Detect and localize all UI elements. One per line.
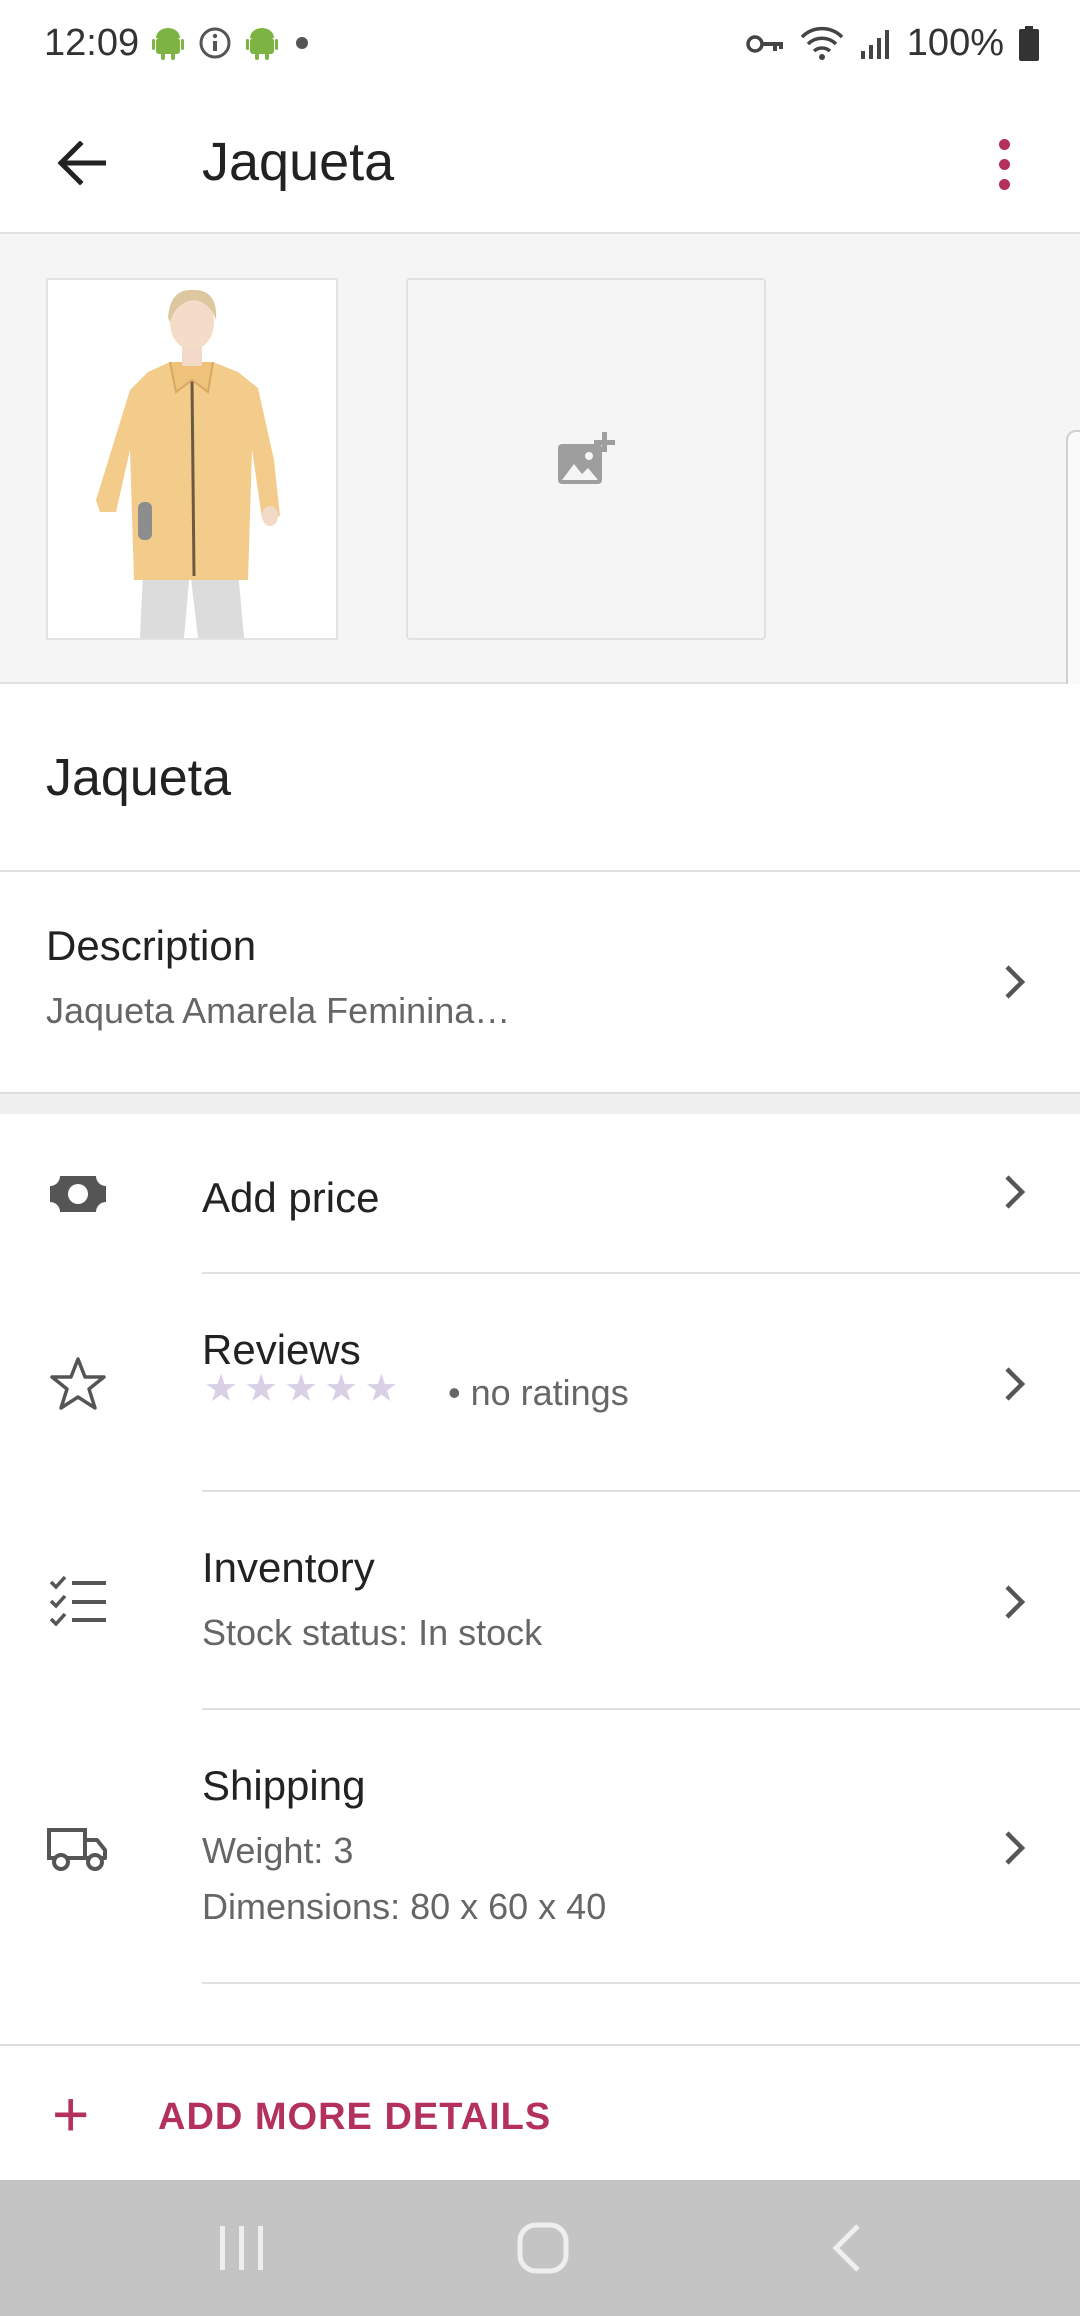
add-price-label: Add price (202, 1174, 380, 1221)
product-name-row[interactable]: Jaqueta (0, 684, 1080, 872)
add-image-button[interactable] (406, 278, 766, 640)
vpn-key-icon (746, 34, 783, 53)
chevron-right-icon (1000, 1582, 1030, 1622)
back-button[interactable] (46, 128, 116, 198)
plus-icon: + (52, 2078, 90, 2150)
star-icon: ★ (364, 1368, 399, 1410)
info-icon (199, 27, 231, 59)
chevron-right-icon (1000, 1172, 1030, 1212)
wifi-icon (800, 26, 844, 60)
checklist-icon (46, 1568, 110, 1632)
add-more-details-label: ADD MORE DETAILS (158, 2096, 552, 2138)
money-icon (46, 1162, 110, 1226)
star-icon: ★ (244, 1368, 279, 1410)
back-nav-icon (832, 2224, 860, 2272)
image-gallery (0, 234, 1080, 770)
rating-stars: ★ ★ ★ ★ ★ (204, 1370, 398, 1408)
back-nav-button[interactable] (806, 2216, 886, 2280)
description-title: Description (46, 922, 257, 969)
inventory-status: Stock status: In stock (202, 1612, 543, 1653)
add-more-details-button[interactable]: + ADD MORE DETAILS (0, 2044, 1080, 2182)
signal-icon (860, 29, 889, 59)
recent-apps-icon (220, 2226, 263, 2270)
inventory-title: Inventory (202, 1544, 375, 1591)
product-name: Jaqueta (46, 749, 232, 807)
reviews-title: Reviews (202, 1326, 361, 1373)
system-nav-bar (0, 2180, 1080, 2316)
more-vert-icon-dot (998, 178, 1010, 190)
star-icon: ★ (284, 1368, 319, 1410)
home-button[interactable] (503, 2216, 583, 2280)
page-title: Jaqueta (202, 132, 395, 192)
star-outline-icon (46, 1352, 110, 1416)
rating-text: • no ratings (448, 1372, 629, 1413)
battery-percent: 100% (906, 22, 1004, 64)
star-icon: ★ (324, 1368, 359, 1410)
divider (202, 1982, 1080, 1984)
shipping-row[interactable]: Shipping Weight: 3 Dimensions: 80 x 60 x… (0, 1710, 1080, 1984)
status-bar: 12:09 100% (0, 0, 1080, 92)
more-vert-icon-dot (998, 158, 1010, 170)
reviews-row[interactable]: Reviews ★ ★ ★ ★ ★ • no ratings (0, 1274, 1080, 1492)
description-row[interactable]: Description Jaqueta Amarela Feminina… (0, 872, 1080, 1094)
description-text: Jaqueta Amarela Feminina… (46, 990, 511, 1031)
android-icon (246, 28, 278, 60)
jacket-photo (48, 280, 336, 638)
shipping-title: Shipping (202, 1762, 366, 1809)
product-photo[interactable] (46, 278, 338, 640)
truck-icon (46, 1816, 110, 1880)
more-vert-icon (998, 138, 1010, 150)
status-left-icons (152, 26, 312, 60)
shipping-weight: Weight: 3 (202, 1830, 354, 1871)
shipping-dimensions: Dimensions: 80 x 60 x 40 (202, 1886, 607, 1927)
app-bar: Jaqueta (0, 92, 1080, 234)
status-right-icons: 100% (745, 22, 1040, 65)
chevron-right-icon (1000, 1364, 1030, 1404)
recent-apps-button[interactable] (202, 2216, 282, 2280)
section-gap (0, 1094, 1080, 1114)
add-price-row[interactable]: Add price (0, 1116, 1080, 1274)
add-photo-icon (558, 432, 615, 484)
home-icon (517, 2222, 569, 2274)
android-icon (152, 28, 184, 60)
inventory-row[interactable]: Inventory Stock status: In stock (0, 1492, 1080, 1710)
battery-icon (1019, 25, 1039, 61)
more-options-button[interactable] (974, 124, 1034, 204)
status-time: 12:09 (44, 22, 140, 64)
chevron-right-icon (1000, 1828, 1030, 1868)
star-icon: ★ (204, 1368, 239, 1410)
chevron-right-icon (1000, 962, 1030, 1002)
arrow-back-icon (57, 141, 106, 185)
dot-icon (296, 37, 308, 49)
